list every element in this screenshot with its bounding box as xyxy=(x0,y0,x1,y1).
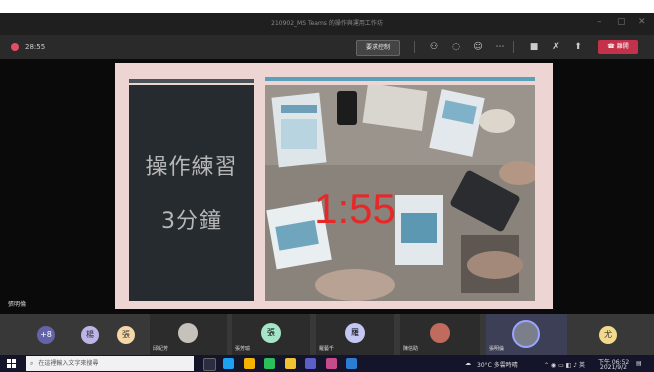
participant-avatar[interactable]: 楊 xyxy=(81,326,99,344)
more-options-icon[interactable]: ⋯ xyxy=(493,40,507,54)
chrome-icon[interactable] xyxy=(244,358,255,369)
chat-icon[interactable]: ◌ xyxy=(449,40,463,54)
participant-tile[interactable]: 張 張芳瑜 xyxy=(232,314,310,355)
slide-text-panel: 操作練習 3分鐘 xyxy=(129,79,254,301)
teams-icon[interactable] xyxy=(305,358,316,369)
slide-accent-bar xyxy=(265,77,535,81)
weather-status[interactable]: 30°C 多雲時晴 xyxy=(477,360,518,369)
slide-text-line1: 操作練習 xyxy=(145,155,238,180)
share-screen-icon[interactable]: ⬆ xyxy=(571,40,585,54)
participant-avatar[interactable]: 張 xyxy=(117,326,135,344)
notification-icon[interactable]: ▤ xyxy=(636,360,642,367)
maximize-icon[interactable]: ▢ xyxy=(617,17,626,27)
search-placeholder: 在這裡輸入文字來搜尋 xyxy=(38,360,99,367)
minimize-icon[interactable]: – xyxy=(597,17,602,27)
reactions-icon[interactable]: ☺ xyxy=(471,40,485,54)
meeting-timer: 28:55 xyxy=(25,43,46,51)
participant-tile[interactable]: 邱紀芳 xyxy=(150,314,227,355)
participant-avatar[interactable]: 尤 xyxy=(599,326,617,344)
avatar xyxy=(178,323,198,343)
camera-off-icon[interactable]: ■ xyxy=(527,40,541,54)
participant-strip: +8 楊 張 邱紀芳 張 張芳瑜 羅 羅藝千 陳信助 張明倫 尤 xyxy=(0,314,654,355)
participant-name: 羅藝千 xyxy=(319,346,335,352)
avatar xyxy=(430,323,450,343)
window-title: 210902_MS Teams 的操作與運用工作坊 xyxy=(271,20,383,27)
toolbar-divider xyxy=(414,41,415,53)
presenter-name: 張明倫 xyxy=(8,301,27,308)
participants-icon[interactable]: ⚇ xyxy=(427,40,441,54)
participant-name: 張芳瑜 xyxy=(235,346,251,352)
leave-button[interactable]: ☎ 離開 xyxy=(598,40,638,54)
participant-name: 陳信助 xyxy=(403,346,419,352)
title-bar: 210902_MS Teams 的操作與運用工作坊 – ▢ ✕ xyxy=(0,13,654,35)
recording-icon xyxy=(11,43,19,51)
word-icon[interactable] xyxy=(346,358,357,369)
request-control-button[interactable]: 要求控制 xyxy=(356,40,400,56)
slide-panel-bar xyxy=(129,79,254,83)
phone-icon: ☎ xyxy=(607,43,617,50)
participant-tile[interactable]: 羅 羅藝千 xyxy=(316,314,394,355)
shared-slide: 操作練習 3分鐘 1:55 xyxy=(115,63,553,309)
toolbar-divider xyxy=(513,41,514,53)
countdown-timer: 1:55 xyxy=(314,185,396,232)
more-participants-badge[interactable]: +8 xyxy=(37,326,55,344)
leave-label: 離開 xyxy=(616,43,629,50)
line-app-icon[interactable] xyxy=(264,358,275,369)
edge-browser-icon[interactable] xyxy=(223,358,234,369)
system-tray-icons[interactable]: ⌃ ◉ ▭ ◧ ♪ 英 xyxy=(544,360,585,369)
participant-name: 張明倫 xyxy=(489,346,505,352)
close-icon[interactable]: ✕ xyxy=(638,17,646,27)
search-icon: ⌕ xyxy=(30,360,34,367)
windows-start-icon[interactable] xyxy=(7,359,16,368)
participant-tile[interactable]: 陳信助 xyxy=(400,314,480,355)
app-icon[interactable] xyxy=(326,358,337,369)
avatar xyxy=(512,320,540,348)
taskbar-search-input[interactable]: ⌕ 在這裡輸入文字來搜尋 xyxy=(26,356,194,371)
file-explorer-icon[interactable] xyxy=(285,358,296,369)
avatar: 羅 xyxy=(345,323,365,343)
mic-off-icon[interactable]: ✗ xyxy=(549,40,563,54)
shared-screen-stage: 操作練習 3分鐘 1:55 張明倫 xyxy=(0,59,654,314)
clock-date[interactable]: 2021/9/2 xyxy=(600,364,627,371)
weather-icon: ☁ xyxy=(465,360,471,367)
taskbar: ⌕ 在這裡輸入文字來搜尋 ☁ 30°C 多雲時晴 ⌃ ◉ ▭ ◧ ♪ 英 下午 0… xyxy=(0,355,654,372)
participant-name: 邱紀芳 xyxy=(153,346,169,352)
avatar: 張 xyxy=(261,323,281,343)
slide-text-line2: 3分鐘 xyxy=(161,209,222,234)
meeting-toolbar: 28:55 要求控制 ⚇ ◌ ☺ ⋯ ■ ✗ ⬆ ☎ 離開 xyxy=(0,35,654,59)
participant-tile-active[interactable]: 張明倫 xyxy=(486,314,567,355)
slide-photo: 1:55 xyxy=(265,85,535,301)
task-view-icon[interactable] xyxy=(203,358,216,371)
